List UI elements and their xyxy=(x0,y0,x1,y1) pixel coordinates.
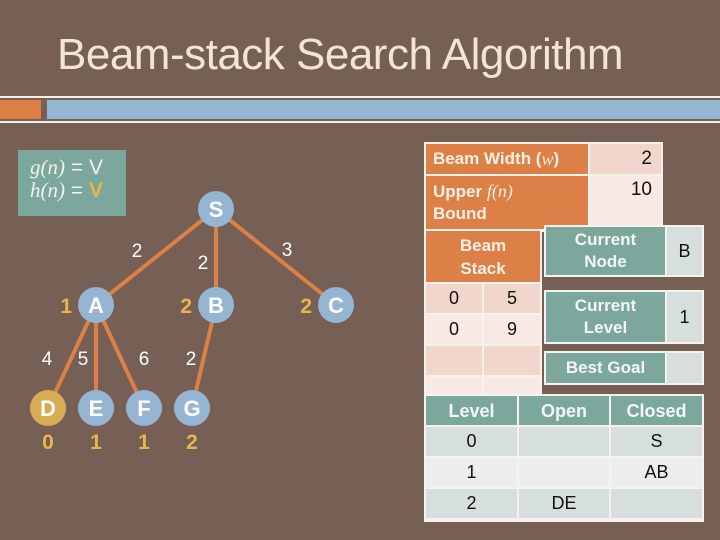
edge-weight-A-E: 5 xyxy=(78,349,89,370)
level-table-cell: 2 xyxy=(426,489,517,518)
beam-stack-cell xyxy=(484,346,540,375)
current-level-label: Current Level xyxy=(546,292,665,342)
level-table-cell: DE xyxy=(519,489,609,518)
current-node-text: Current Node xyxy=(574,230,637,271)
current-level-text: Current Level xyxy=(574,296,637,337)
heuristic-label-A: 1 xyxy=(60,295,72,318)
level-table-cell: AB xyxy=(611,458,702,487)
best-goal-label: Best Goal xyxy=(546,353,665,383)
best-goal-value xyxy=(667,353,702,383)
node-label-D: D xyxy=(40,396,56,421)
beam-stack-title: Beam Stack xyxy=(459,235,507,278)
upper-bound-line1: Upper f(n) xyxy=(433,180,513,203)
level-table-cell: 1 xyxy=(426,458,517,487)
beam-width-value: 2 xyxy=(590,144,661,174)
edge-weight-S-B: 2 xyxy=(198,253,209,274)
level-table-cell xyxy=(519,458,609,487)
node-label-F: F xyxy=(137,396,150,421)
node-label-G: G xyxy=(183,396,200,421)
level-table-cell xyxy=(519,427,609,456)
beam-width-text: Beam Width ( xyxy=(433,149,542,168)
level-table-cell xyxy=(611,489,702,518)
edge-weight-A-D: 4 xyxy=(42,349,53,370)
level-table-header-level: Level xyxy=(426,396,517,425)
heuristic-label-G: 2 xyxy=(186,431,198,454)
edge-S-C xyxy=(214,207,338,307)
level-table-cell: 0 xyxy=(426,427,517,456)
heuristic-label-E: 1 xyxy=(90,431,102,454)
node-label-B: B xyxy=(208,293,224,318)
current-level-value: 1 xyxy=(667,292,702,342)
beam-stack-cell xyxy=(426,346,482,375)
beam-width-symbol: w xyxy=(541,148,554,169)
heuristic-label-D: 0 xyxy=(42,431,54,454)
node-label-A: A xyxy=(88,293,104,318)
current-node-value: B xyxy=(667,227,702,275)
node-label-E: E xyxy=(89,396,104,421)
beam-stack-cell: 9 xyxy=(484,315,540,344)
beam-width-close: ) xyxy=(553,149,560,168)
beam-width-label: Beam Width (w) xyxy=(426,144,588,174)
upper-bound-line2: Bound xyxy=(433,204,487,223)
edge-weight-B-G: 2 xyxy=(186,349,197,370)
heuristic-label-F: 1 xyxy=(138,431,150,454)
beam-stack-cell: 5 xyxy=(484,284,540,313)
search-tree: 2234 5 6 2 SA1 B2 C2D0E1F1G2 xyxy=(30,191,354,454)
level-table-header-open: Open xyxy=(519,396,609,425)
node-label-S: S xyxy=(209,197,224,222)
beam-stack-header: Beam Stack xyxy=(426,231,540,282)
heuristic-label-B: 2 xyxy=(180,295,192,318)
edge-weight-S-A: 2 xyxy=(132,241,143,262)
node-label-C: C xyxy=(328,293,344,318)
edge-weight-A-F: 6 xyxy=(139,349,150,370)
upper-text: Upper xyxy=(433,182,487,201)
beam-stack-cell: 0 xyxy=(426,284,482,313)
heuristic-label-C: 2 xyxy=(300,295,312,318)
current-node-label: Current Node xyxy=(546,227,665,275)
upper-bound-label: Upper f(n) Bound xyxy=(426,176,588,229)
upper-bound-value: 10 xyxy=(590,176,661,229)
beam-stack-cell: 0 xyxy=(426,315,482,344)
upper-symbol: f(n) xyxy=(486,181,513,201)
level-table-cell: S xyxy=(611,427,702,456)
level-table-header-closed: Closed xyxy=(611,396,702,425)
edge-weight-S-C: 3 xyxy=(282,240,293,261)
